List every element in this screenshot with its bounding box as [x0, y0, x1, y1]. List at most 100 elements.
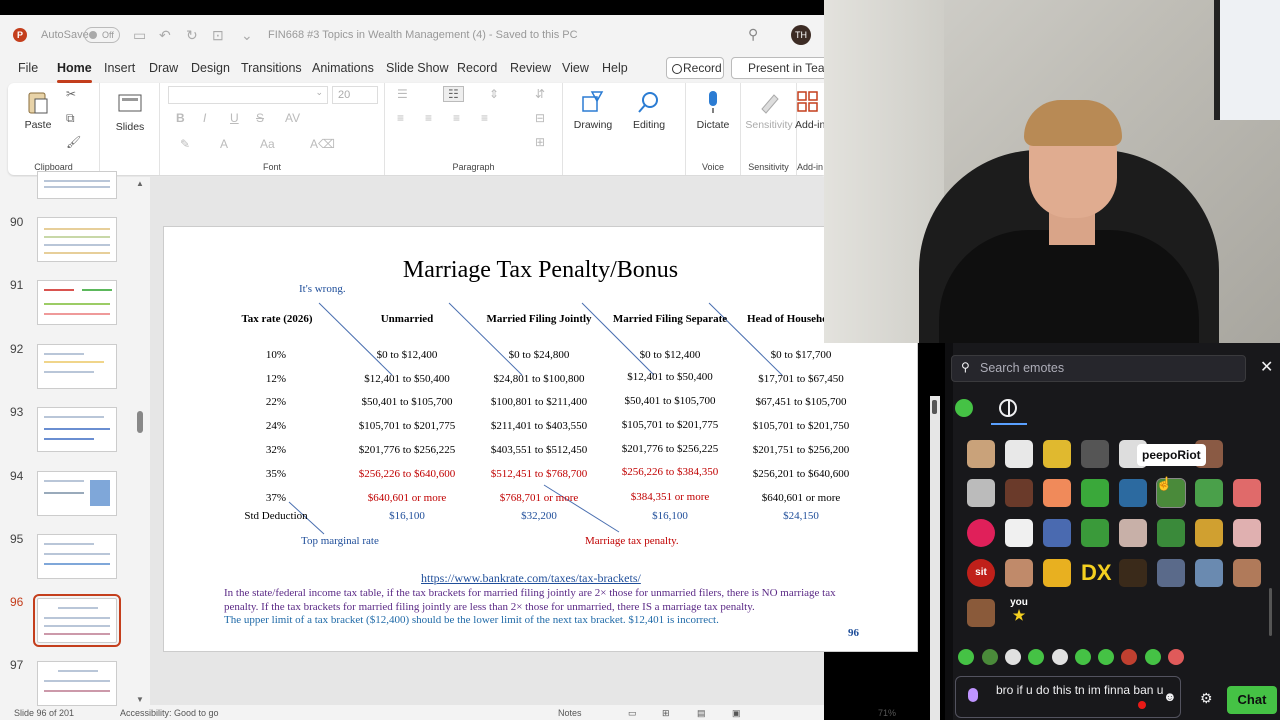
document-title[interactable]: FIN668 #3 Topics in Wealth Management (4… — [268, 29, 578, 41]
emote-item[interactable]: DX — [1081, 559, 1112, 587]
bold-icon[interactable]: B — [176, 111, 185, 125]
microphone-icon[interactable] — [968, 688, 978, 702]
emote-item-you[interactable]: you ★ — [1005, 597, 1033, 625]
tab-file[interactable]: File — [18, 61, 38, 75]
format-painter-icon[interactable]: 🖌 — [66, 135, 81, 149]
tab-review[interactable]: Review — [510, 61, 551, 75]
highlight-icon[interactable]: ✎ — [180, 137, 190, 151]
dictate-button[interactable]: Dictate — [689, 89, 737, 131]
emote-item[interactable] — [1005, 440, 1033, 468]
thumbnail-scrollbar[interactable]: ▲ ▼ — [136, 177, 144, 705]
slide-thumbnail-93[interactable] — [37, 407, 117, 452]
normal-view-icon[interactable]: ▭ — [628, 708, 637, 719]
slide-thumbnail-89[interactable] — [37, 171, 117, 199]
recent-emote[interactable] — [958, 649, 974, 665]
emote-item[interactable] — [1119, 559, 1147, 587]
emote-item[interactable] — [1043, 479, 1071, 507]
align-right-icon[interactable]: ≡ — [453, 111, 460, 125]
tab-slide-show[interactable]: Slide Show — [386, 61, 449, 75]
emote-item[interactable] — [1119, 479, 1147, 507]
tab-draw[interactable]: Draw — [149, 61, 178, 75]
align-center-icon[interactable]: ≡ — [425, 111, 432, 125]
recent-emote[interactable] — [1052, 649, 1068, 665]
slides-button[interactable]: Slides — [110, 91, 150, 133]
emote-item[interactable] — [1081, 479, 1109, 507]
recent-emote[interactable] — [1075, 649, 1091, 665]
line-spacing-icon[interactable]: ⇕ — [489, 87, 499, 101]
scroll-down-icon[interactable]: ▼ — [136, 695, 144, 704]
gear-icon[interactable]: ⚙ — [1200, 690, 1213, 707]
emote-scrollbar[interactable] — [1269, 588, 1272, 636]
align-text-icon[interactable]: ⊟ — [535, 111, 545, 125]
recent-emote[interactable] — [1098, 649, 1114, 665]
globe-category-icon[interactable] — [999, 399, 1017, 417]
paste-button[interactable]: Paste — [20, 89, 56, 131]
emote-item[interactable] — [1005, 559, 1033, 587]
emote-item[interactable] — [967, 440, 995, 468]
emote-picker-icon[interactable]: ☻ — [1163, 689, 1177, 704]
underline-icon[interactable]: U — [230, 111, 239, 125]
zoom-level[interactable]: 71% — [878, 708, 896, 718]
smartart-icon[interactable]: ⊞ — [535, 135, 545, 149]
reading-view-icon[interactable]: ▤ — [697, 708, 706, 719]
slideshow-start-icon[interactable]: ⊡ — [212, 27, 224, 44]
bullets-icon[interactable]: ☰ — [397, 87, 408, 101]
emote-item[interactable] — [1119, 519, 1147, 547]
save-icon[interactable]: ▭ — [133, 27, 146, 44]
slide-thumbnail-97[interactable] — [37, 661, 117, 706]
recent-emote[interactable] — [1121, 649, 1137, 665]
tab-home[interactable]: Home — [57, 61, 92, 83]
current-slide[interactable]: Marriage Tax Penalty/Bonus It's wrong. T… — [163, 226, 918, 652]
emote-item[interactable] — [1195, 559, 1223, 587]
tab-record[interactable]: Record — [457, 61, 497, 75]
send-chat-button[interactable]: Chat — [1227, 686, 1277, 714]
slide-thumbnail-92[interactable] — [37, 344, 117, 389]
align-left-icon[interactable]: ≡ — [397, 111, 404, 125]
drawing-button[interactable]: Drawing — [569, 89, 617, 131]
scrollbar-thumb[interactable] — [932, 400, 937, 414]
tab-transitions[interactable]: Transitions — [241, 61, 302, 75]
change-case-icon[interactable]: Aa — [260, 137, 275, 151]
emote-item[interactable] — [1081, 440, 1109, 468]
emote-item[interactable] — [967, 599, 995, 627]
strikethrough-icon[interactable]: S — [256, 111, 264, 125]
emote-item[interactable] — [1157, 559, 1185, 587]
chat-message-input[interactable]: bro if u do this tn im finna ban u ☻ — [955, 676, 1181, 718]
numbering-icon[interactable]: ☷ — [443, 86, 464, 102]
bankrate-link[interactable]: https://www.bankrate.com/taxes/tax-brack… — [421, 571, 641, 586]
slide-thumbnail-94[interactable] — [37, 471, 117, 516]
text-direction-icon[interactable]: ⇵ — [535, 87, 545, 101]
redo-icon[interactable]: ↻ — [186, 27, 198, 44]
recent-emote[interactable] — [1005, 649, 1021, 665]
emote-item[interactable] — [1233, 559, 1261, 587]
search-icon[interactable]: ⚲ — [748, 26, 758, 43]
tab-help[interactable]: Help — [602, 61, 628, 75]
tab-view[interactable]: View — [562, 61, 589, 75]
font-name-box[interactable]: ⌄ — [168, 86, 328, 104]
emote-search-input[interactable]: ⚲ Search emotes — [951, 355, 1246, 382]
scrollbar-thumb[interactable] — [137, 411, 143, 433]
editing-button[interactable]: Editing — [625, 89, 673, 131]
sorter-view-icon[interactable]: ⊞ — [662, 708, 670, 719]
emote-item[interactable] — [1157, 519, 1185, 547]
undo-icon[interactable]: ↶ — [159, 27, 171, 44]
emote-item[interactable] — [1043, 559, 1071, 587]
slide-thumbnail-95[interactable] — [37, 534, 117, 579]
autosave-toggle[interactable]: Off — [84, 27, 120, 43]
slideshow-view-icon[interactable]: ▣ — [732, 708, 741, 719]
emote-item[interactable] — [1043, 519, 1071, 547]
tab-animations[interactable]: Animations — [312, 61, 374, 75]
recent-emote[interactable] — [1028, 649, 1044, 665]
italic-icon[interactable]: I — [203, 111, 206, 125]
font-size-box[interactable]: 20 — [332, 86, 378, 104]
close-icon[interactable]: ✕ — [1260, 357, 1273, 377]
emote-item[interactable] — [1195, 519, 1223, 547]
emote-item[interactable] — [1005, 519, 1033, 547]
char-spacing-icon[interactable]: AV — [285, 111, 300, 125]
accessibility-status[interactable]: Accessibility: Good to go — [120, 708, 219, 718]
slide-thumbnail-96-selected[interactable] — [33, 594, 121, 647]
slide-thumbnail-91[interactable] — [37, 280, 117, 325]
cut-icon[interactable]: ✂ — [66, 87, 76, 101]
smile-category-icon[interactable] — [955, 399, 973, 417]
justify-icon[interactable]: ≡ — [481, 111, 488, 125]
